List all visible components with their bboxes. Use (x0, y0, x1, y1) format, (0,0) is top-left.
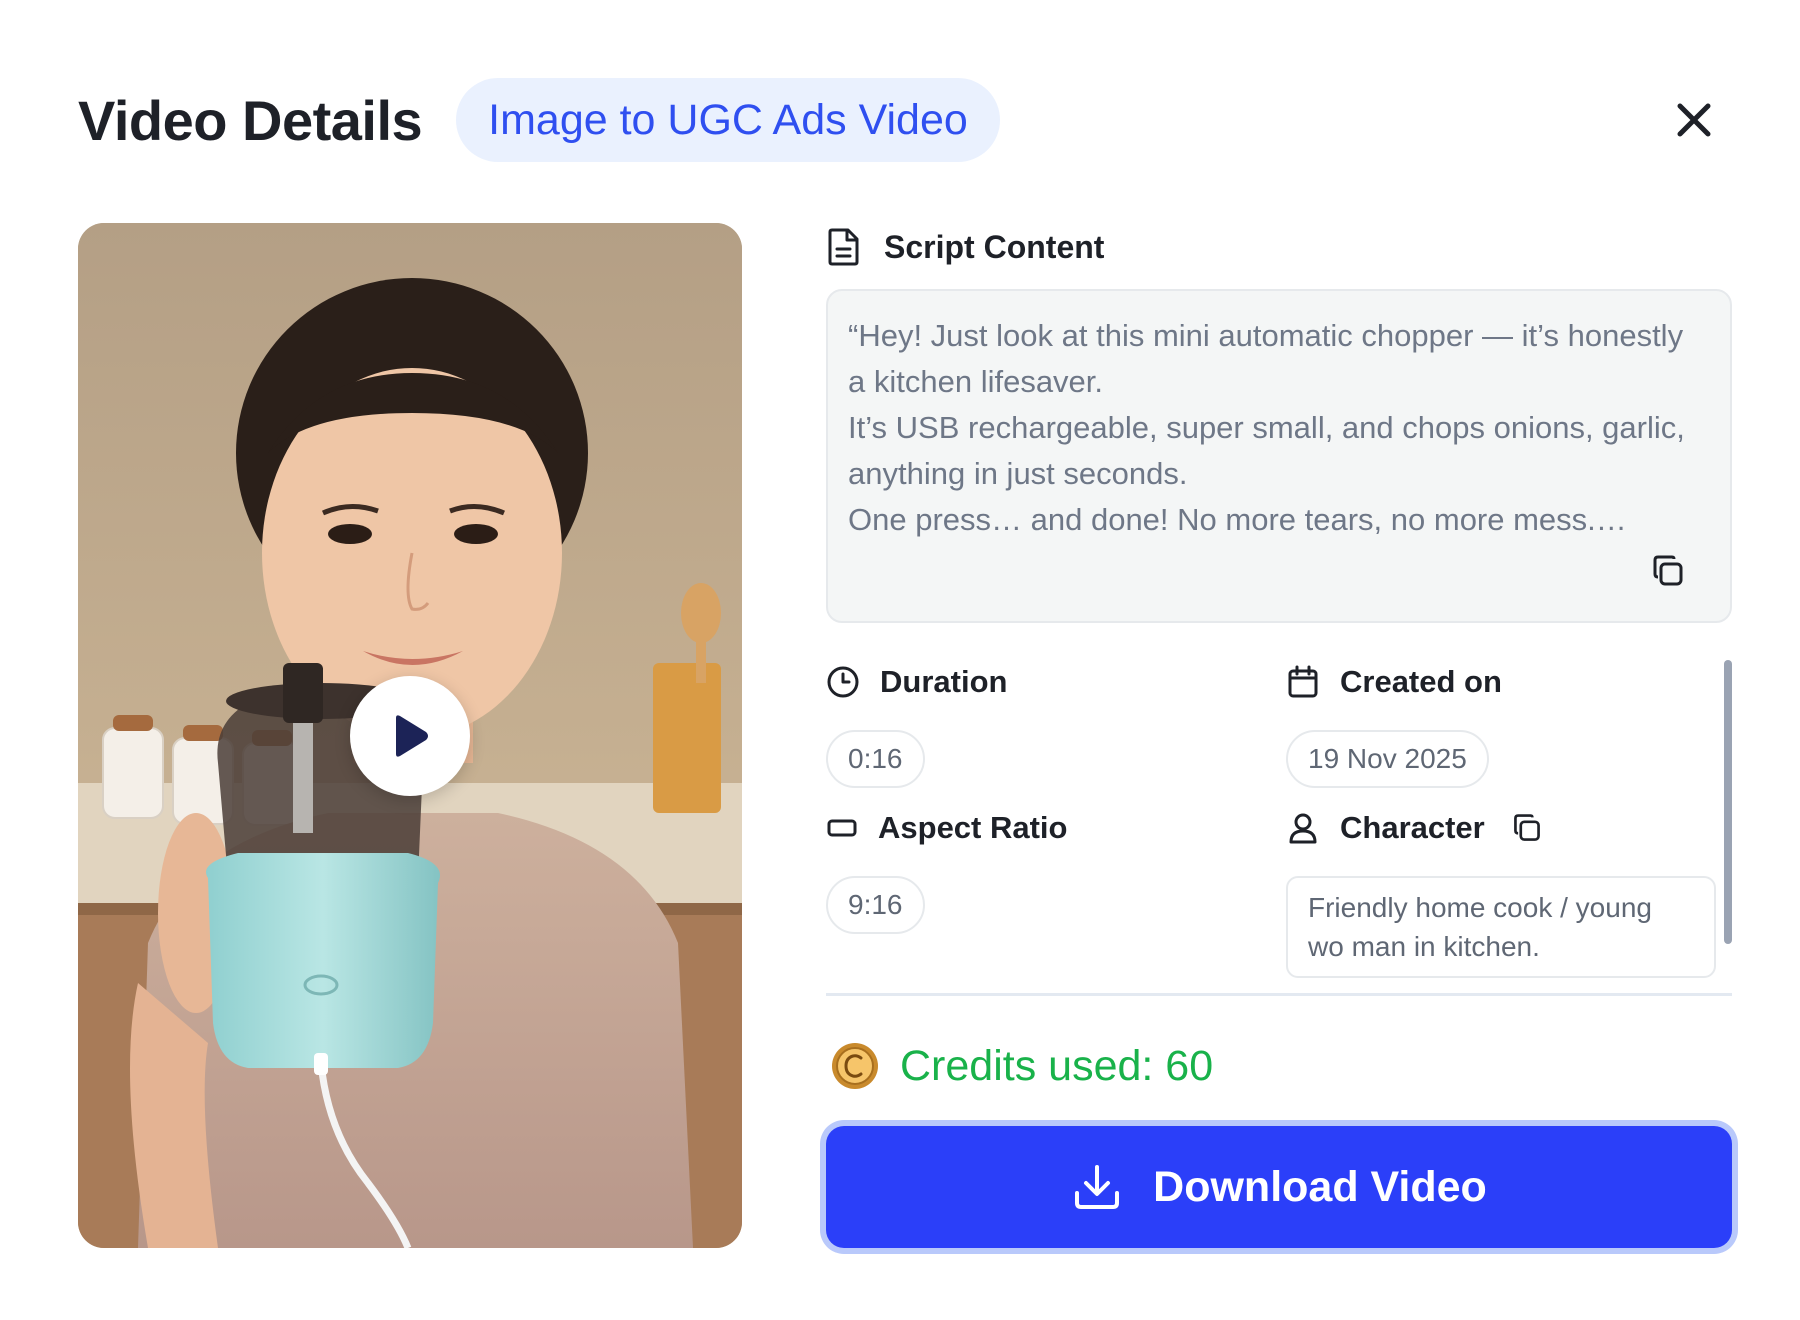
copy-script-button[interactable] (1650, 553, 1686, 589)
clock-icon (827, 666, 859, 698)
character-label: Character (1340, 810, 1485, 845)
header: Video Details Image to UGC Ads Video (78, 78, 1722, 162)
rectangle-icon (827, 819, 857, 837)
play-button[interactable] (350, 676, 470, 796)
copy-icon (1513, 814, 1540, 841)
credits-used-text: Credits used: 60 (900, 1041, 1214, 1090)
play-icon (396, 715, 428, 757)
download-video-label: Download Video (1153, 1162, 1487, 1211)
aspect-value: 9:16 (826, 876, 925, 934)
download-icon (1075, 1165, 1120, 1209)
close-button[interactable] (1666, 92, 1722, 148)
character-item: Character Friendly home cook / young wo … (1286, 806, 1716, 978)
created-item: Created on 19 Nov 2025 (1286, 660, 1502, 788)
script-section-header: Script Content (826, 223, 1732, 271)
video-type-badge: Image to UGC Ads Video (456, 78, 1000, 162)
close-icon (1677, 103, 1711, 137)
credits-row: Credits used: 60 (830, 1041, 1213, 1091)
aspect-label: Aspect Ratio (878, 810, 1068, 845)
duration-item: Duration 0:16 (826, 660, 1007, 788)
scrollbar[interactable] (1724, 660, 1732, 944)
duration-label: Duration (880, 664, 1008, 699)
script-label: Script Content (884, 228, 1105, 265)
metadata-grid: Duration 0:16 Created on 19 Nov 2025 Asp… (826, 660, 1732, 978)
character-value: Friendly home cook / young wo man in kit… (1286, 876, 1716, 978)
aspect-item: Aspect Ratio 9:16 (826, 806, 1067, 934)
copy-icon (1653, 555, 1683, 586)
download-video-button[interactable]: Download Video (826, 1126, 1732, 1248)
copy-character-button[interactable] (1511, 812, 1543, 844)
divider (826, 993, 1732, 996)
created-label: Created on (1340, 664, 1502, 699)
video-preview[interactable] (78, 223, 742, 1248)
script-text: “Hey! Just look at this mini automatic c… (848, 318, 1685, 537)
document-icon (828, 228, 859, 266)
script-content-box: “Hey! Just look at this mini automatic c… (826, 289, 1732, 623)
calendar-icon (1288, 665, 1318, 698)
created-value: 19 Nov 2025 (1286, 730, 1489, 788)
user-icon (1289, 813, 1317, 844)
page-title: Video Details (78, 88, 423, 152)
duration-value: 0:16 (826, 730, 925, 788)
details-panel: Script Content “Hey! Just look at this m… (826, 223, 1732, 1248)
coin-icon (832, 1043, 878, 1089)
